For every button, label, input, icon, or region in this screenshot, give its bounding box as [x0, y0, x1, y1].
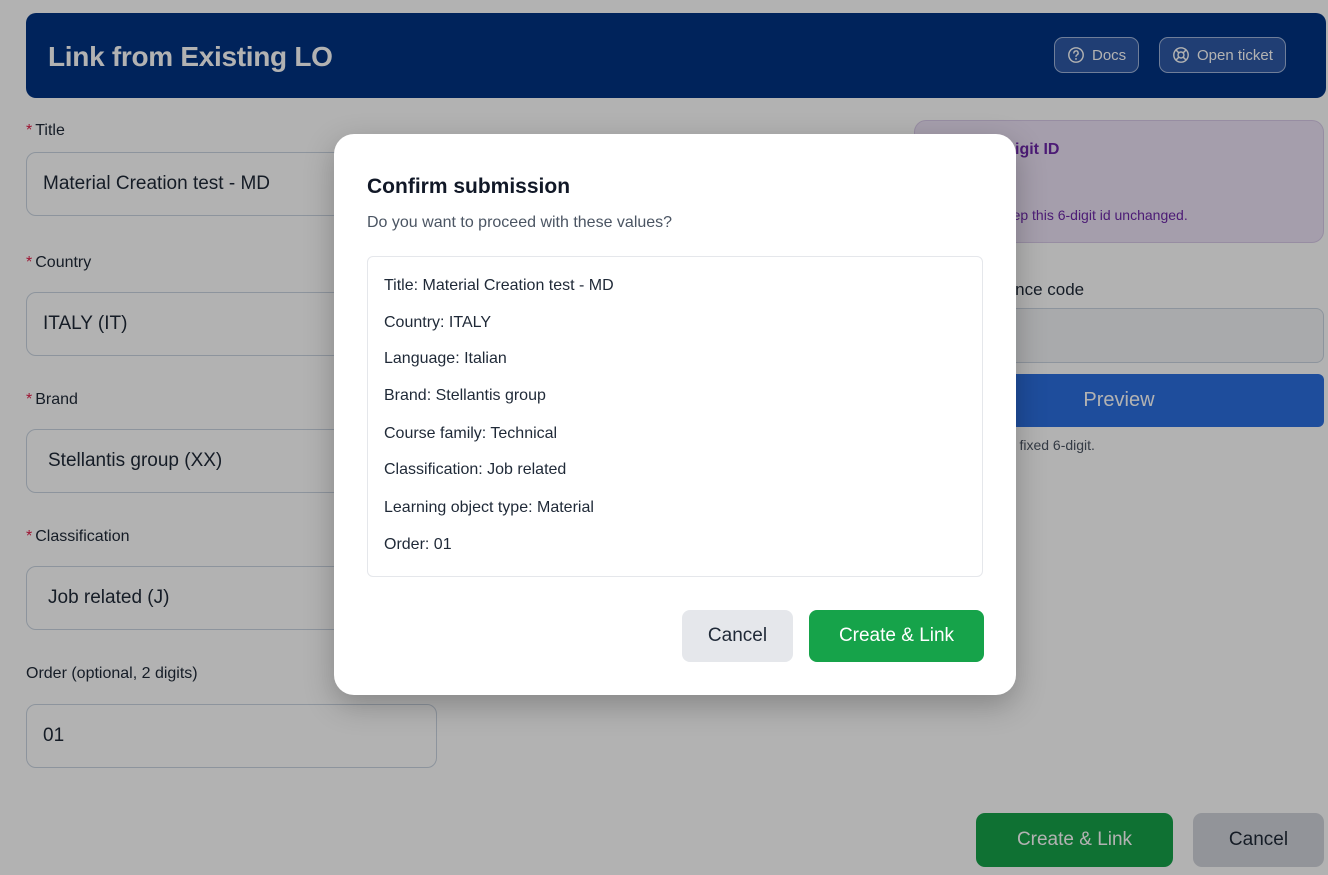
dialog-create-link-button[interactable]: Create & Link: [809, 610, 984, 662]
dialog-title: Confirm submission: [367, 175, 571, 198]
summary-lo-type: Learning object type: Material: [384, 499, 594, 516]
summary-title: Title: Material Creation test - MD: [384, 277, 614, 294]
summary-language: Language: Italian: [384, 350, 507, 367]
summary-country: Country: ITALY: [384, 314, 491, 331]
summary-classification: Classification: Job related: [384, 461, 567, 478]
summary-course-family: Course family: Technical: [384, 425, 558, 442]
values-summary: Title: Material Creation test - MD Count…: [367, 256, 983, 577]
summary-brand: Brand: Stellantis group: [384, 387, 546, 404]
confirm-submission-dialog: Confirm submission Do you want to procee…: [334, 134, 1016, 695]
dialog-subtitle: Do you want to proceed with these values…: [367, 214, 673, 231]
dialog-cancel-button[interactable]: Cancel: [682, 610, 793, 662]
summary-order: Order: 01: [384, 536, 452, 553]
